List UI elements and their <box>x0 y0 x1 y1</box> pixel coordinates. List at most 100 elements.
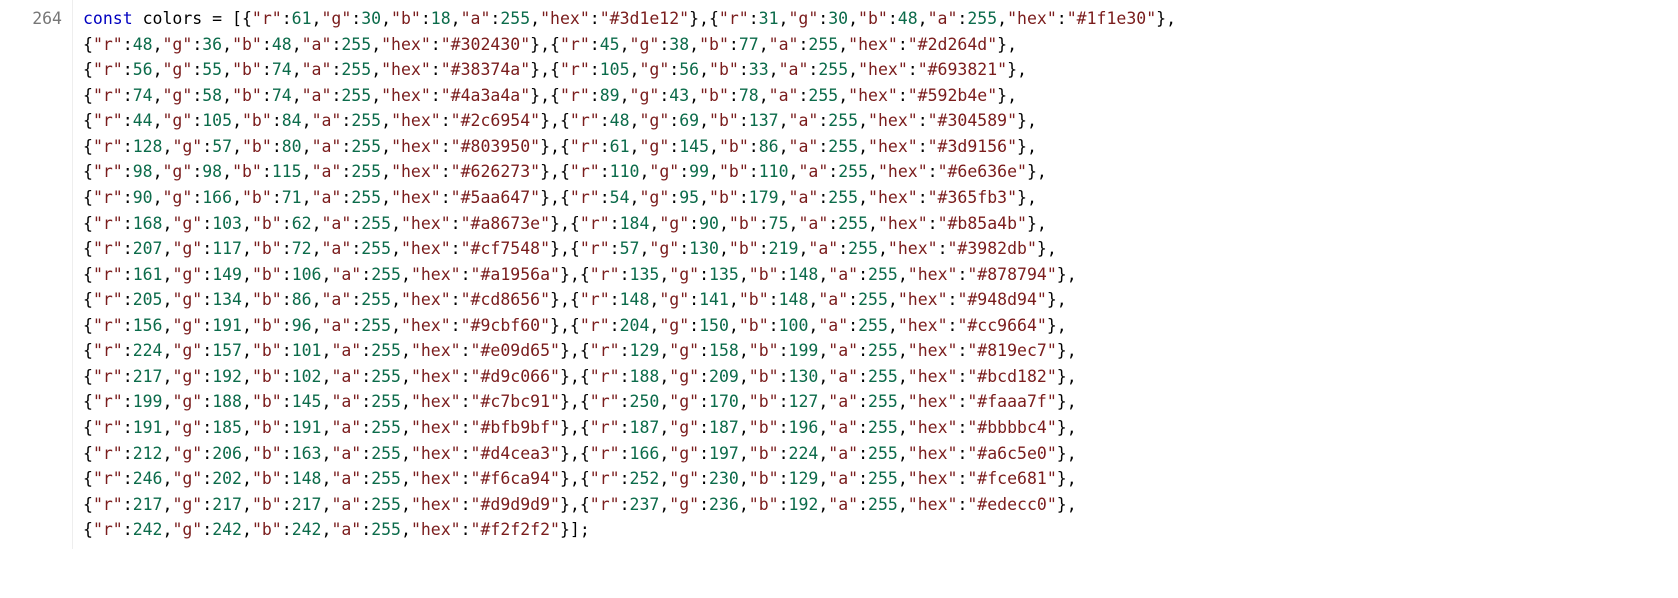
brace-close: } <box>1057 265 1067 284</box>
json-key: "g" <box>172 290 202 309</box>
comma: , <box>709 162 719 181</box>
colon: : <box>888 9 898 28</box>
colon: : <box>441 111 451 130</box>
comma: , <box>729 290 739 309</box>
comma: , <box>858 188 868 207</box>
json-number: 129 <box>630 341 660 360</box>
json-string: "#d4cea3" <box>471 444 560 463</box>
json-number: 242 <box>212 520 242 539</box>
json-key: "r" <box>93 35 123 54</box>
json-string: "#e09d65" <box>471 341 560 360</box>
json-number: 236 <box>709 495 739 514</box>
json-string: "#faaa7f" <box>967 392 1056 411</box>
json-number: 255 <box>848 239 878 258</box>
json-number: 170 <box>709 392 739 411</box>
json-key: "hex" <box>898 316 948 335</box>
json-number: 78 <box>739 86 759 105</box>
json-string: "#3982db" <box>948 239 1037 258</box>
comma: , <box>739 469 749 488</box>
json-number: 105 <box>600 60 630 79</box>
colon: : <box>123 137 133 156</box>
comma: , <box>789 162 799 181</box>
json-number: 250 <box>630 392 660 411</box>
colon: : <box>262 162 272 181</box>
json-number: 61 <box>292 9 312 28</box>
json-number: 30 <box>361 9 381 28</box>
json-key: "r" <box>93 214 123 233</box>
brace-open: { <box>83 265 93 284</box>
json-key: "a" <box>818 316 848 335</box>
json-key: "r" <box>93 111 123 130</box>
brace-open: { <box>83 520 93 539</box>
json-number: 230 <box>709 469 739 488</box>
comma: , <box>699 188 709 207</box>
colon: : <box>798 86 808 105</box>
json-number: 197 <box>709 444 739 463</box>
colon: : <box>451 290 461 309</box>
json-key: "g" <box>669 341 699 360</box>
json-key: "a" <box>331 367 361 386</box>
json-string: "#4a3a4a" <box>441 86 530 105</box>
json-key: "a" <box>828 341 858 360</box>
colon: : <box>779 367 789 386</box>
json-number: 127 <box>789 392 819 411</box>
json-number: 255 <box>351 188 381 207</box>
json-number: 187 <box>630 418 660 437</box>
json-number: 255 <box>371 418 401 437</box>
comma: , <box>163 239 173 258</box>
json-number: 255 <box>808 35 838 54</box>
json-key: "g" <box>669 495 699 514</box>
json-key: "hex" <box>908 444 958 463</box>
json-key: "b" <box>739 290 769 309</box>
code-line: {"r":207,"g":117,"b":72,"a":255,"hex":"#… <box>83 236 1670 262</box>
colon: : <box>123 265 133 284</box>
code-line: {"r":217,"g":217,"b":217,"a":255,"hex":"… <box>83 492 1670 518</box>
json-number: 255 <box>351 111 381 130</box>
json-key: "hex" <box>858 60 908 79</box>
json-number: 61 <box>610 137 630 156</box>
brace-open: { <box>83 239 93 258</box>
json-number: 137 <box>749 111 779 130</box>
comma: , <box>898 495 908 514</box>
comma: , <box>858 111 868 130</box>
colon: : <box>351 9 361 28</box>
comma: , <box>163 290 173 309</box>
brace-close: } <box>550 214 560 233</box>
json-number: 96 <box>292 316 312 335</box>
json-key: "g" <box>172 265 202 284</box>
comma: , <box>659 341 669 360</box>
json-key: "r" <box>560 86 590 105</box>
json-key: "g" <box>172 239 202 258</box>
json-key: "r" <box>93 316 123 335</box>
comma: , <box>401 392 411 411</box>
json-key: "g" <box>659 290 689 309</box>
brace-close: } <box>540 188 550 207</box>
colon: : <box>669 60 679 79</box>
json-number: 207 <box>133 239 163 258</box>
colon: : <box>351 239 361 258</box>
comma: , <box>292 35 302 54</box>
json-number: 204 <box>620 316 650 335</box>
json-key: "a" <box>779 60 809 79</box>
comma: , <box>312 290 322 309</box>
colon: : <box>441 162 451 181</box>
colon: : <box>620 469 630 488</box>
json-key: "r" <box>93 137 123 156</box>
brace-open: { <box>570 239 580 258</box>
colon: : <box>282 265 292 284</box>
json-key: "b" <box>709 60 739 79</box>
json-number: 103 <box>212 214 242 233</box>
json-number: 202 <box>212 469 242 488</box>
code-area[interactable]: const colors = [{"r":61,"g":30,"b":18,"a… <box>73 0 1678 549</box>
json-number: 145 <box>292 392 322 411</box>
colon: : <box>957 265 967 284</box>
comma: , <box>1067 495 1077 514</box>
colon: : <box>659 86 669 105</box>
json-number: 217 <box>292 495 322 514</box>
json-key: "r" <box>93 444 123 463</box>
json-number: 80 <box>282 137 302 156</box>
colon: : <box>361 520 371 539</box>
json-key: "r" <box>590 392 620 411</box>
json-key: "g" <box>163 86 193 105</box>
code-editor[interactable]: 264 const colors = [{"r":61,"g":30,"b":1… <box>0 0 1678 549</box>
